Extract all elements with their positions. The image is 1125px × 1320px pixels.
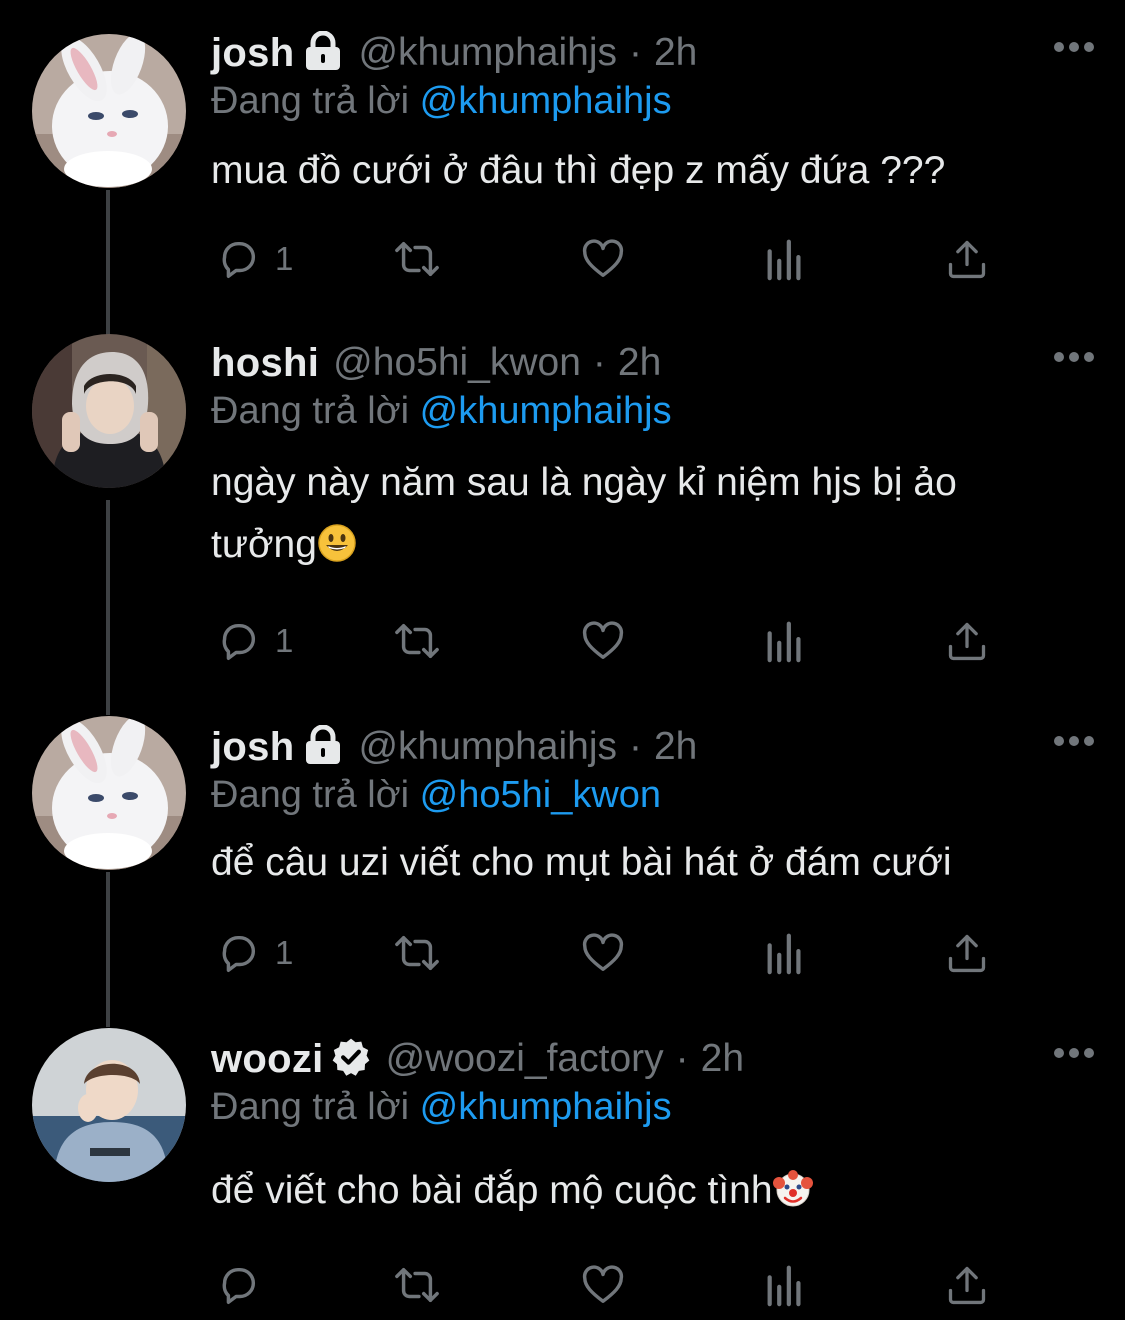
reply-icon <box>222 935 256 972</box>
grinning-face-emoji <box>317 520 357 582</box>
more-options-icon[interactable] <box>1053 40 1095 52</box>
replying-to-label: Đang trả lời <box>211 390 410 432</box>
tweet-text-content: để viết cho bài đắp mộ cuộc tình <box>211 1169 773 1212</box>
reply-count: 1 <box>275 240 294 277</box>
lock-icon <box>302 30 344 76</box>
reply-count: 1 <box>275 934 294 971</box>
user-handle[interactable]: @ho5hi_kwon <box>333 341 581 385</box>
share-icon <box>948 934 986 973</box>
heart-icon <box>582 1265 624 1304</box>
tweet-text: ngày này năm sau là ngày kỉ niệm hjs bị … <box>211 452 1071 582</box>
views-icon <box>767 239 801 281</box>
display-name[interactable]: hoshi <box>211 341 319 386</box>
tweet-text: mua đồ cưới ở đâu thì đẹp z mấy đứa ??? <box>211 140 1091 202</box>
more-options-icon[interactable] <box>1053 734 1095 746</box>
retweet-icon <box>395 1267 439 1303</box>
heart-icon <box>582 621 624 660</box>
like-button[interactable] <box>579 1260 627 1310</box>
avatar[interactable] <box>32 334 186 488</box>
action-bar <box>211 1260 1011 1310</box>
reply-icon <box>222 623 256 660</box>
share-icon <box>948 240 986 279</box>
replying-to: Đang trả lời @khumphaihjs <box>211 80 672 123</box>
reply-button[interactable]: 1 <box>215 234 293 284</box>
tweet[interactable]: josh @khumphaihjs · 2h Đang trả lời @ho5… <box>0 694 1125 1014</box>
reply-mention-link[interactable]: @khumphaihjs <box>420 390 672 432</box>
separator-dot: · <box>628 31 642 74</box>
separator-dot: · <box>675 1037 689 1080</box>
views-icon <box>767 1265 801 1307</box>
replying-to-label: Đang trả lời <box>211 774 410 816</box>
tweet-text-content: để câu uzi viết cho mụt bài hát ở đám cư… <box>211 841 952 884</box>
action-bar: 1 <box>211 616 1011 666</box>
retweet-button[interactable] <box>391 234 443 284</box>
reply-button[interactable]: 1 <box>215 616 293 666</box>
timestamp[interactable]: 2h <box>618 341 661 385</box>
replying-to-label: Đang trả lời <box>211 1086 410 1128</box>
retweet-icon <box>395 241 439 277</box>
views-button[interactable] <box>765 616 805 666</box>
verified-icon <box>330 1036 372 1083</box>
clown-face-emoji <box>772 1166 813 1228</box>
avatar[interactable] <box>32 34 186 188</box>
reply-mention-link[interactable]: @ho5hi_kwon <box>420 774 661 816</box>
tweet[interactable]: josh @khumphaihjs · 2h Đang trả lời @khu… <box>0 0 1125 330</box>
display-name[interactable]: josh <box>211 31 294 76</box>
avatar[interactable] <box>32 1028 186 1182</box>
views-button[interactable] <box>765 928 805 978</box>
views-button[interactable] <box>765 1260 805 1310</box>
share-button[interactable] <box>945 1260 989 1310</box>
action-bar: 1 <box>211 928 1011 978</box>
more-options-icon[interactable] <box>1053 1046 1095 1058</box>
reply-icon <box>222 1267 256 1304</box>
tweet-text-content: mua đồ cưới ở đâu thì đẹp z mấy đứa ??? <box>211 149 946 192</box>
heart-icon <box>582 239 624 278</box>
timestamp[interactable]: 2h <box>701 1037 744 1081</box>
views-icon <box>767 621 801 663</box>
replying-to: Đang trả lời @khumphaihjs <box>211 390 672 433</box>
share-button[interactable] <box>945 616 989 666</box>
reply-mention-link[interactable]: @khumphaihjs <box>420 1086 672 1128</box>
more-options-icon[interactable] <box>1053 350 1095 362</box>
separator-dot: · <box>592 341 606 384</box>
reply-button[interactable] <box>215 1260 275 1310</box>
separator-dot: · <box>628 725 642 768</box>
timestamp[interactable]: 2h <box>654 31 697 75</box>
like-button[interactable] <box>579 616 627 666</box>
reply-count: 1 <box>275 622 294 659</box>
replying-to: Đang trả lời @ho5hi_kwon <box>211 774 661 817</box>
user-handle[interactable]: @woozi_factory <box>386 1037 664 1081</box>
retweet-button[interactable] <box>391 616 443 666</box>
retweet-button[interactable] <box>391 1260 443 1310</box>
display-name[interactable]: josh <box>211 725 294 770</box>
like-button[interactable] <box>579 234 627 284</box>
views-button[interactable] <box>765 234 805 284</box>
share-icon <box>948 622 986 661</box>
share-button[interactable] <box>945 234 989 284</box>
lock-icon <box>302 724 344 770</box>
reply-icon <box>222 241 256 278</box>
display-name[interactable]: woozi <box>211 1037 324 1082</box>
reply-mention-link[interactable]: @khumphaihjs <box>420 80 672 122</box>
heart-icon <box>582 933 624 972</box>
replying-to: Đang trả lời @khumphaihjs <box>211 1086 672 1129</box>
replying-to-label: Đang trả lời <box>211 80 410 122</box>
share-button[interactable] <box>945 928 989 978</box>
user-handle[interactable]: @khumphaihjs <box>358 31 617 75</box>
retweet-icon <box>395 623 439 659</box>
like-button[interactable] <box>579 928 627 978</box>
views-icon <box>767 933 801 975</box>
tweet-text: để viết cho bài đắp mộ cuộc tình <box>211 1160 1091 1228</box>
reply-button[interactable]: 1 <box>215 928 293 978</box>
timestamp[interactable]: 2h <box>654 725 697 769</box>
tweet[interactable]: woozi @woozi_factory · 2h Đang trả lời @… <box>0 1006 1125 1320</box>
user-handle[interactable]: @khumphaihjs <box>358 725 617 769</box>
retweet-button[interactable] <box>391 928 443 978</box>
action-bar: 1 <box>211 234 1011 284</box>
share-icon <box>948 1266 986 1305</box>
retweet-icon <box>395 935 439 971</box>
avatar[interactable] <box>32 716 186 870</box>
tweet-text: để câu uzi viết cho mụt bài hát ở đám cư… <box>211 832 1091 894</box>
tweet[interactable]: hoshi @ho5hi_kwon · 2h Đang trả lời @khu… <box>0 310 1125 710</box>
